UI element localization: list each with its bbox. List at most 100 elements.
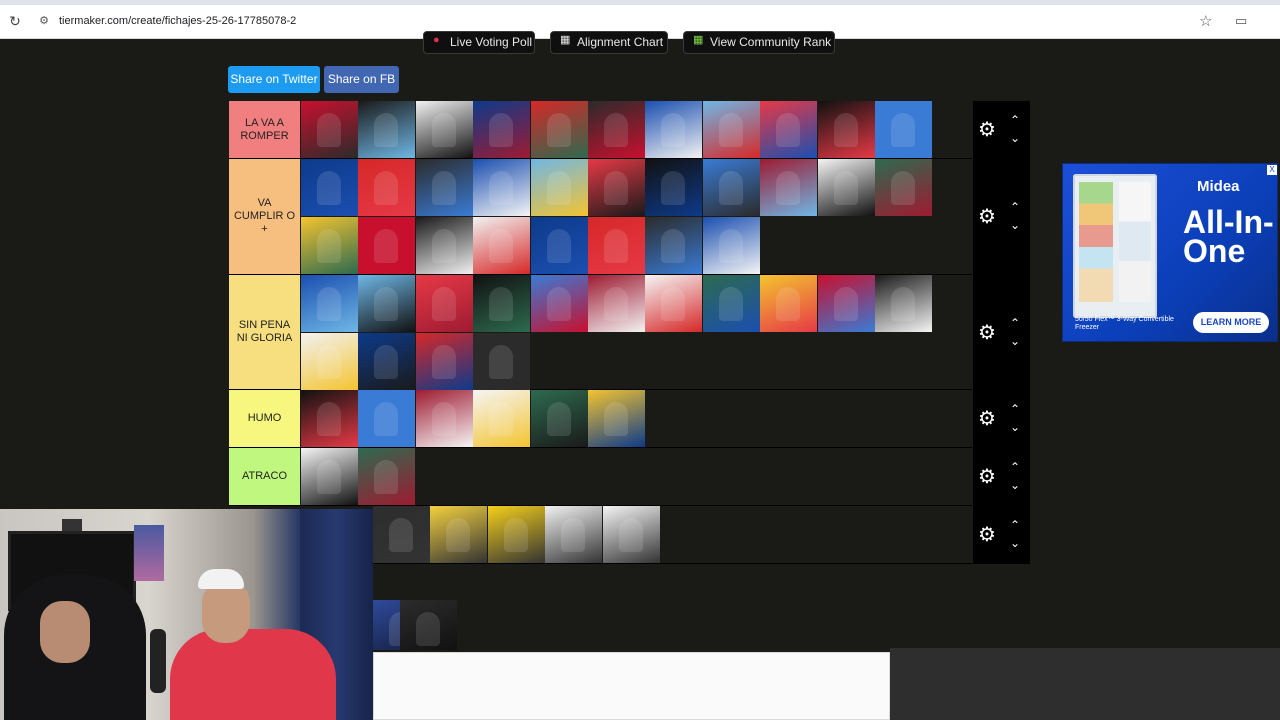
player-tile[interactable] bbox=[645, 217, 703, 274]
player-tile[interactable] bbox=[430, 506, 488, 563]
move-tier-up-icon[interactable]: ⌃ bbox=[1008, 519, 1022, 531]
player-tile[interactable] bbox=[530, 159, 588, 216]
player-tile[interactable] bbox=[875, 101, 932, 158]
player-tile[interactable] bbox=[358, 159, 416, 216]
player-tile[interactable] bbox=[473, 159, 531, 216]
player-tile[interactable] bbox=[301, 390, 358, 447]
player-tile[interactable] bbox=[301, 217, 358, 274]
tier-controls: ⚙ ⌃ ⌄ bbox=[973, 390, 1030, 448]
player-tile[interactable] bbox=[301, 275, 358, 332]
player-tile[interactable] bbox=[545, 506, 603, 563]
player-tile[interactable] bbox=[415, 390, 473, 447]
live-voting-button[interactable]: ● Live Voting Poll bbox=[423, 31, 535, 54]
player-tile[interactable] bbox=[473, 217, 531, 274]
reload-icon[interactable]: ↻ bbox=[7, 13, 23, 29]
player-tile[interactable] bbox=[301, 333, 358, 390]
player-tile[interactable] bbox=[301, 159, 358, 216]
player-tile[interactable] bbox=[473, 390, 531, 447]
player-tile[interactable] bbox=[817, 275, 875, 332]
player-tile[interactable] bbox=[760, 159, 818, 216]
player-tile[interactable] bbox=[415, 217, 473, 274]
player-tile[interactable] bbox=[473, 333, 531, 390]
move-tier-up-icon[interactable]: ⌃ bbox=[1008, 317, 1022, 329]
player-tile[interactable] bbox=[358, 275, 416, 332]
unranked-tile[interactable] bbox=[373, 600, 400, 650]
player-tile[interactable] bbox=[702, 101, 760, 158]
bookmark-star-icon[interactable]: ☆ bbox=[1199, 12, 1212, 30]
player-tile[interactable] bbox=[645, 101, 703, 158]
player-tile[interactable] bbox=[645, 159, 703, 216]
tier-controls: ⚙ ⌃ ⌄ bbox=[973, 275, 1030, 390]
tier-label[interactable]: SIN PENA NI GLORIA bbox=[229, 275, 300, 389]
player-tile[interactable] bbox=[602, 506, 660, 563]
move-tier-up-icon[interactable]: ⌃ bbox=[1008, 461, 1022, 473]
player-tile[interactable] bbox=[358, 217, 416, 274]
player-tile[interactable] bbox=[473, 275, 531, 332]
player-tile[interactable] bbox=[760, 275, 818, 332]
move-tier-up-icon[interactable]: ⌃ bbox=[1008, 114, 1022, 126]
tier-settings-gear-icon[interactable]: ⚙ bbox=[977, 323, 997, 343]
tier-settings-gear-icon[interactable]: ⚙ bbox=[977, 467, 997, 487]
player-tile[interactable] bbox=[817, 101, 875, 158]
player-tile[interactable] bbox=[702, 159, 760, 216]
player-tile[interactable] bbox=[358, 333, 416, 390]
move-tier-down-icon[interactable]: ⌄ bbox=[1008, 132, 1022, 144]
player-tile[interactable] bbox=[415, 101, 473, 158]
tier-label[interactable]: ATRACO bbox=[229, 448, 300, 505]
player-tile[interactable] bbox=[358, 101, 416, 158]
player-tile[interactable] bbox=[373, 506, 430, 563]
player-tile[interactable] bbox=[301, 448, 358, 505]
share-twitter-button[interactable]: Share on Twitter bbox=[228, 66, 320, 93]
move-tier-down-icon[interactable]: ⌄ bbox=[1008, 479, 1022, 491]
player-tile[interactable] bbox=[875, 159, 932, 216]
player-tile[interactable] bbox=[487, 506, 545, 563]
tier-label[interactable]: HUMO bbox=[229, 390, 300, 447]
player-tile[interactable] bbox=[702, 275, 760, 332]
move-tier-up-icon[interactable]: ⌃ bbox=[1008, 201, 1022, 213]
player-tile[interactable] bbox=[530, 275, 588, 332]
player-tile[interactable] bbox=[530, 390, 588, 447]
player-tile[interactable] bbox=[760, 101, 818, 158]
cast-icon[interactable]: ▭ bbox=[1235, 13, 1247, 29]
player-tile[interactable] bbox=[702, 217, 760, 274]
tier-settings-gear-icon[interactable]: ⚙ bbox=[977, 525, 997, 545]
player-tile[interactable] bbox=[588, 275, 645, 332]
player-tile[interactable] bbox=[358, 448, 416, 505]
player-tile[interactable] bbox=[588, 159, 645, 216]
advertisement[interactable]: Midea All-In-One 50/50 Flex™ 3-Way Conve… bbox=[1062, 163, 1278, 342]
player-tile[interactable] bbox=[358, 390, 416, 447]
player-tile[interactable] bbox=[530, 217, 588, 274]
player-tile[interactable] bbox=[301, 101, 358, 158]
site-settings-icon[interactable]: ⚙ bbox=[37, 14, 51, 28]
move-tier-down-icon[interactable]: ⌄ bbox=[1008, 219, 1022, 231]
player-tile[interactable] bbox=[588, 390, 645, 447]
player-tile[interactable] bbox=[875, 275, 932, 332]
player-tile[interactable] bbox=[645, 275, 703, 332]
tier-settings-gear-icon[interactable]: ⚙ bbox=[977, 207, 997, 227]
unranked-tile[interactable] bbox=[400, 600, 457, 650]
community-rank-button[interactable]: ▦ View Community Rank bbox=[683, 31, 835, 54]
tier-settings-gear-icon[interactable]: ⚙ bbox=[977, 120, 997, 140]
move-tier-down-icon[interactable]: ⌄ bbox=[1008, 537, 1022, 549]
player-tile[interactable] bbox=[817, 159, 875, 216]
player-tile[interactable] bbox=[473, 101, 531, 158]
tier-row: LA VA A ROMPER bbox=[229, 101, 972, 159]
player-tile[interactable] bbox=[415, 333, 473, 390]
player-tile[interactable] bbox=[415, 159, 473, 216]
move-tier-up-icon[interactable]: ⌃ bbox=[1008, 403, 1022, 415]
tier-settings-gear-icon[interactable]: ⚙ bbox=[977, 409, 997, 429]
player-tile[interactable] bbox=[588, 217, 645, 274]
player-tile[interactable] bbox=[415, 275, 473, 332]
move-tier-down-icon[interactable]: ⌄ bbox=[1008, 335, 1022, 347]
ad-learn-more-button[interactable]: LEARN MORE bbox=[1193, 312, 1269, 333]
alignment-chart-button[interactable]: ▦ Alignment Chart bbox=[550, 31, 668, 54]
tier-controls: ⚙ ⌃ ⌄ bbox=[973, 159, 1030, 275]
url-text[interactable]: tiermaker.com/create/fichajes-25-26-1778… bbox=[59, 15, 296, 27]
player-tile[interactable] bbox=[588, 101, 645, 158]
share-fb-button[interactable]: Share on FB bbox=[324, 66, 399, 93]
move-tier-down-icon[interactable]: ⌄ bbox=[1008, 421, 1022, 433]
ad-close-icon[interactable]: X bbox=[1267, 165, 1277, 175]
player-tile[interactable] bbox=[530, 101, 588, 158]
tier-label[interactable]: VA CUMPLIR O + bbox=[229, 159, 300, 274]
tier-label[interactable]: LA VA A ROMPER bbox=[229, 101, 300, 158]
